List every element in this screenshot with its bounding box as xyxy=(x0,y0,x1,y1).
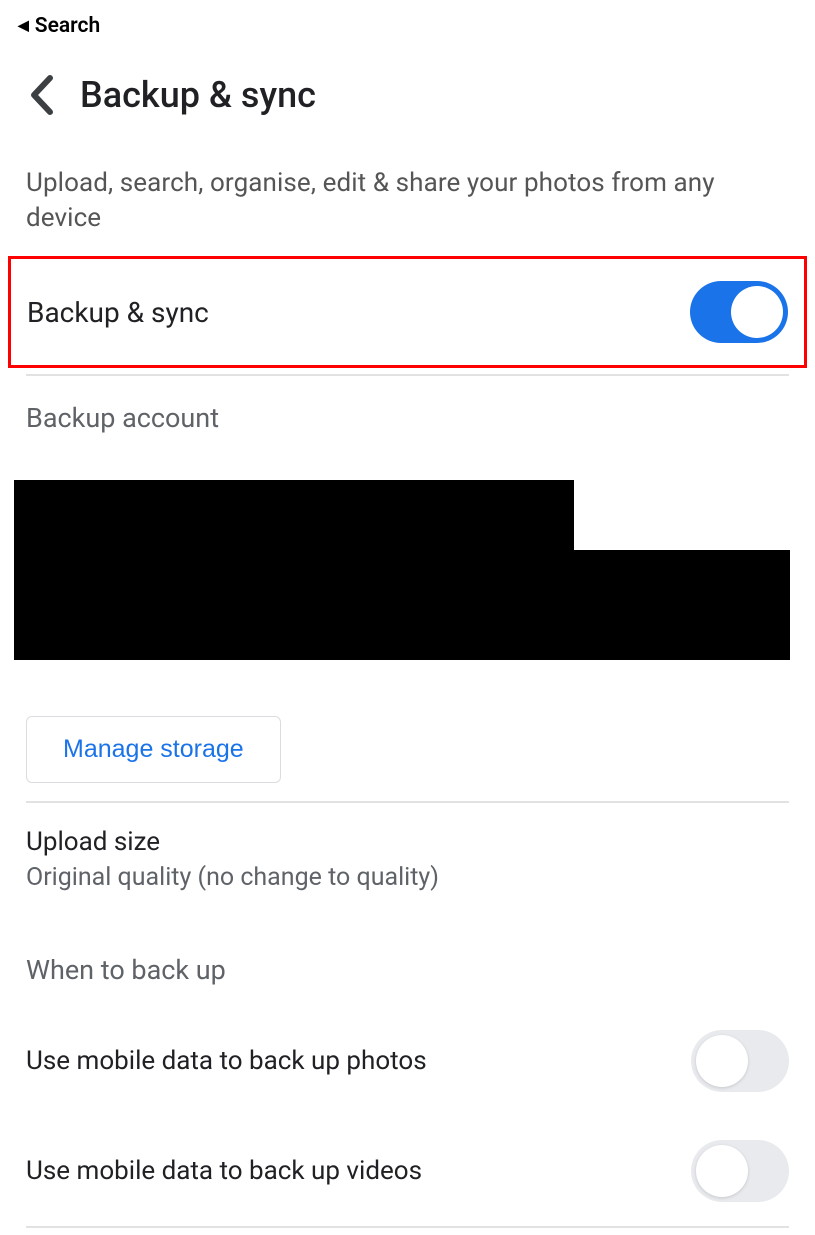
mobile-data-photos-label: Use mobile data to back up photos xyxy=(26,1046,427,1076)
mobile-data-videos-label: Use mobile data to back up videos xyxy=(26,1156,422,1186)
back-button[interactable] xyxy=(28,74,56,116)
backup-sync-label: Backup & sync xyxy=(27,296,209,329)
highlighted-toggle-box: Backup & sync xyxy=(8,256,807,368)
backup-sync-toggle[interactable] xyxy=(690,281,788,343)
upload-size-subtitle: Original quality (no change to quality) xyxy=(26,863,789,892)
breadcrumb-label: Search xyxy=(35,14,100,38)
breadcrumb[interactable]: ◀ Search xyxy=(0,0,815,38)
redacted-block xyxy=(14,480,574,550)
backup-sync-row: Backup & sync xyxy=(27,281,788,343)
backup-account-label: Backup account xyxy=(0,376,815,434)
redacted-account-info xyxy=(0,480,815,660)
page-title: Backup & sync xyxy=(80,74,316,116)
redacted-block xyxy=(14,550,790,660)
chevron-left-icon xyxy=(28,74,56,116)
mobile-data-videos-row: Use mobile data to back up videos xyxy=(0,1116,815,1226)
mobile-data-photos-toggle[interactable] xyxy=(691,1030,789,1092)
mobile-data-videos-toggle[interactable] xyxy=(691,1140,789,1202)
toggle-knob xyxy=(696,1035,748,1087)
manage-storage-button[interactable]: Manage storage xyxy=(26,716,281,783)
when-to-backup-heading: When to back up xyxy=(0,898,815,1006)
divider xyxy=(26,1226,789,1228)
toggle-knob xyxy=(731,286,783,338)
breadcrumb-back-icon: ◀ xyxy=(18,18,29,34)
mobile-data-photos-row: Use mobile data to back up photos xyxy=(0,1006,815,1116)
upload-size-item[interactable]: Upload size Original quality (no change … xyxy=(0,803,815,898)
toggle-knob xyxy=(696,1145,748,1197)
page-header: Backup & sync xyxy=(0,38,815,136)
upload-size-title: Upload size xyxy=(26,827,789,857)
page-description: Upload, search, organise, edit & share y… xyxy=(0,136,815,254)
